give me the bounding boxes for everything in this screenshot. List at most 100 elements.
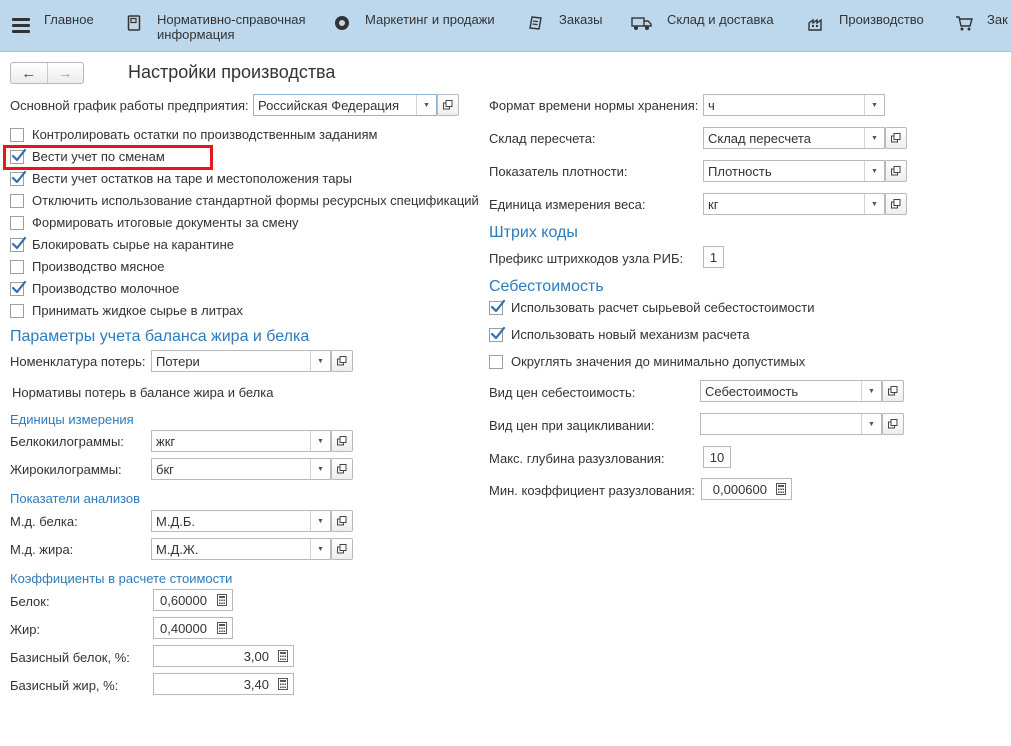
units-section-title: Единицы измерения	[10, 412, 134, 427]
calculator-icon[interactable]	[273, 674, 293, 694]
md-fat-open-button[interactable]	[331, 538, 353, 560]
barcode-prefix-label: Префикс штрихкодов узла РИБ:	[489, 251, 684, 266]
menu-item-warehouse[interactable]: Склад и доставка	[631, 0, 774, 51]
base-protein-field[interactable]: 3,00	[153, 645, 294, 667]
checkbox-checked[interactable]	[10, 236, 27, 252]
calculator-icon[interactable]	[273, 646, 293, 666]
forward-button[interactable]: →	[46, 63, 84, 83]
menu-item-main[interactable]: Главное	[12, 0, 94, 51]
checkbox-row[interactable]: Использовать новый механизм расчета	[489, 326, 750, 342]
menu-item-marketing[interactable]: Маркетинг и продажи	[333, 0, 495, 51]
checkbox-unchecked[interactable]	[10, 259, 24, 274]
fat-coef-field[interactable]: 0,40000	[153, 617, 233, 639]
dropdown-arrow-icon[interactable]: ▼	[310, 459, 330, 479]
calculator-icon[interactable]	[212, 590, 232, 610]
loop-price-type-label: Вид цен при зацикливании:	[489, 418, 655, 433]
md-fat-field[interactable]: М.Д.Ж. ▼	[151, 538, 331, 560]
loss-nomenclature-open-button[interactable]	[331, 350, 353, 372]
dropdown-arrow-icon[interactable]: ▼	[310, 511, 330, 531]
max-depth-field[interactable]: 10	[703, 446, 731, 468]
md-fat-label: М.д. жира:	[10, 542, 74, 557]
base-fat-value: 3,40	[243, 676, 269, 692]
checkbox-row[interactable]: Принимать жидкое сырье в литрах	[10, 303, 243, 318]
protein-kg-field[interactable]: жкг ▼	[151, 430, 331, 452]
density-open-button[interactable]	[885, 160, 907, 182]
checkbox-unchecked[interactable]	[10, 193, 24, 208]
schedule-open-button[interactable]	[437, 94, 459, 116]
checkbox-row[interactable]: Вести учет остатков на таре и местополож…	[10, 170, 352, 186]
dropdown-arrow-icon[interactable]: ▼	[864, 194, 884, 214]
checkbox-checked[interactable]	[10, 280, 27, 296]
protein-kg-open-button[interactable]	[331, 430, 353, 452]
checkbox-row[interactable]: Использовать расчет сырьевой себестостои…	[489, 299, 815, 315]
menu-item-production[interactable]: Производство	[807, 0, 924, 51]
loss-nomenclature-field[interactable]: Потери ▼	[151, 350, 331, 372]
md-protein-field[interactable]: М.Д.Б. ▼	[151, 510, 331, 532]
checkbox-unchecked[interactable]	[489, 354, 503, 369]
dropdown-arrow-icon[interactable]: ▼	[416, 95, 436, 115]
menu-item-label: Склад и доставка	[667, 12, 774, 27]
checkbox-row[interactable]: Отключить использование стандартной форм…	[10, 193, 479, 208]
checkbox-row[interactable]: Блокировать сырье на карантине	[10, 236, 234, 252]
calculator-icon[interactable]	[212, 618, 232, 638]
checkbox-row[interactable]: Производство мясное	[10, 259, 165, 274]
checkbox-row[interactable]: Производство молочное	[10, 280, 179, 296]
calculator-icon[interactable]	[771, 479, 791, 499]
checkbox-unchecked[interactable]	[10, 127, 24, 142]
loss-nomenclature-value: Потери	[156, 353, 200, 369]
cost-price-type-open-button[interactable]	[882, 380, 904, 402]
loss-nomenclature-label: Номенклатура потерь:	[10, 354, 146, 369]
max-depth-value: 10	[709, 449, 725, 465]
menu-item-label: Маркетинг и продажи	[365, 12, 495, 27]
dropdown-arrow-icon[interactable]: ▼	[310, 431, 330, 451]
checkbox-label: Принимать жидкое сырье в литрах	[32, 303, 243, 318]
base-fat-field[interactable]: 3,40	[153, 673, 294, 695]
menu-item-purchases[interactable]: Зак	[955, 0, 1008, 51]
checkmark-icon	[490, 326, 506, 339]
dropdown-arrow-icon[interactable]: ▼	[864, 95, 884, 115]
loss-norms-link[interactable]: Нормативы потерь в балансе жира и белка	[12, 385, 273, 400]
checkbox-label: Использовать новый механизм расчета	[511, 327, 750, 342]
min-coef-field[interactable]: 0,000600	[701, 478, 792, 500]
cost-price-type-field[interactable]: Себестоимость ▼	[700, 380, 882, 402]
open-window-icon	[337, 516, 347, 526]
protein-kg-value: жкг	[156, 433, 176, 449]
open-window-icon	[891, 166, 901, 176]
checkbox-unchecked[interactable]	[10, 303, 24, 318]
loop-price-type-field[interactable]: ▼	[700, 413, 882, 435]
md-protein-open-button[interactable]	[331, 510, 353, 532]
menu-item-label: Главное	[44, 12, 94, 27]
menu-item-reference[interactable]: Нормативно-справочная информация	[125, 0, 317, 51]
weight-unit-open-button[interactable]	[885, 193, 907, 215]
recount-warehouse-open-button[interactable]	[885, 127, 907, 149]
menu-item-orders[interactable]: Заказы	[527, 0, 602, 51]
checkbox-row[interactable]: Формировать итоговые документы за смену	[10, 215, 299, 230]
barcode-prefix-field[interactable]: 1	[703, 246, 724, 268]
density-field[interactable]: Плотность ▼	[703, 160, 885, 182]
checkbox-checked[interactable]	[489, 326, 506, 342]
schedule-label: Основной график работы предприятия:	[10, 98, 249, 113]
fat-kg-field[interactable]: бкг ▼	[151, 458, 331, 480]
dropdown-arrow-icon[interactable]: ▼	[310, 351, 330, 371]
checkbox-checked[interactable]	[10, 170, 27, 186]
checkbox-row[interactable]: Контролировать остатки по производственн…	[10, 127, 377, 142]
protein-coef-field[interactable]: 0,60000	[153, 589, 233, 611]
checkbox-unchecked[interactable]	[10, 215, 24, 230]
dropdown-arrow-icon[interactable]: ▼	[864, 128, 884, 148]
dropdown-arrow-icon[interactable]: ▼	[861, 381, 881, 401]
storage-format-field[interactable]: ч ▼	[703, 94, 885, 116]
checkmark-icon	[11, 236, 27, 249]
loop-price-type-open-button[interactable]	[882, 413, 904, 435]
back-button[interactable]: ←	[11, 63, 47, 83]
recount-warehouse-label: Склад пересчета:	[489, 131, 596, 146]
weight-unit-field[interactable]: кг ▼	[703, 193, 885, 215]
schedule-field[interactable]: Российская Федерация ▼	[253, 94, 437, 116]
dropdown-arrow-icon[interactable]: ▼	[310, 539, 330, 559]
dropdown-arrow-icon[interactable]: ▼	[861, 414, 881, 434]
dropdown-arrow-icon[interactable]: ▼	[864, 161, 884, 181]
checkbox-row[interactable]: Округлять значения до минимально допусти…	[489, 354, 805, 369]
highlight-frame	[3, 145, 213, 170]
recount-warehouse-field[interactable]: Склад пересчета ▼	[703, 127, 885, 149]
checkbox-checked[interactable]	[489, 299, 506, 315]
fat-kg-open-button[interactable]	[331, 458, 353, 480]
